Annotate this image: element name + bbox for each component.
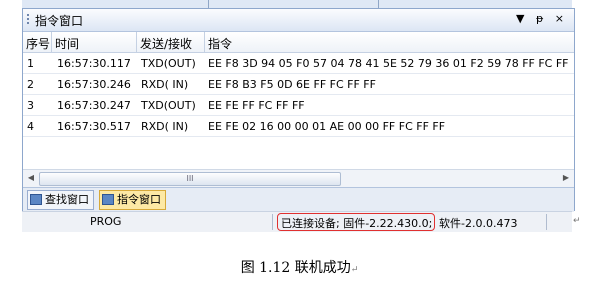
tab-label: 查找窗口	[45, 193, 89, 206]
table-row[interactable]: 4 16:57:30.517 RXD( IN) EE FE 02 16 00 0…	[23, 116, 574, 137]
row-time: 16:57:30.517	[57, 120, 131, 133]
column-divider[interactable]	[204, 32, 205, 52]
edge-divider	[378, 0, 379, 8]
panel-title: 指令窗口	[35, 14, 84, 28]
column-header-time[interactable]: 时间	[55, 35, 79, 52]
row-index: 1	[27, 57, 34, 70]
table-row[interactable]: 3 16:57:30.247 TXD(OUT) EE FE FF FC FF F…	[23, 95, 574, 116]
horizontal-scrollbar[interactable]: ◀ III ▶	[23, 169, 574, 187]
row-time: 16:57:30.117	[57, 57, 131, 70]
scroll-right-icon[interactable]: ▶	[559, 171, 573, 185]
column-header-index[interactable]: 序号	[26, 35, 50, 52]
row-index: 3	[27, 99, 34, 112]
row-direction: RXD( IN)	[141, 120, 189, 133]
row-index: 2	[27, 78, 34, 91]
status-connection: 已连接设备; 固件-2.22.430.0;	[281, 217, 433, 230]
row-time: 16:57:30.246	[57, 78, 131, 91]
dropdown-icon[interactable]: ▼	[516, 12, 528, 25]
status-divider	[546, 214, 547, 230]
command-window-panel: 指令窗口 ▼ ᵽ × 序号 时间 发送/接收 指令 1 16:57:30.117…	[22, 8, 575, 212]
return-mark-icon: ↵	[350, 265, 359, 275]
command-window-icon	[102, 194, 114, 205]
close-icon[interactable]: ×	[555, 12, 568, 25]
panel-titlebar[interactable]: 指令窗口 ▼ ᵽ ×	[23, 9, 574, 32]
column-header-command[interactable]: 指令	[208, 35, 232, 52]
return-mark-icon: ↵	[573, 216, 581, 226]
status-bar: PROG 已连接设备; 固件-2.22.430.0; 软件-2.0.0.473	[22, 211, 572, 232]
scroll-thumb[interactable]: III	[39, 172, 341, 186]
panel-tab-strip: 查找窗口 指令窗口	[23, 187, 574, 212]
scroll-left-icon[interactable]: ◀	[24, 171, 38, 185]
tab-label: 指令窗口	[117, 193, 161, 206]
edge-divider	[208, 0, 209, 8]
drag-grip-icon[interactable]	[27, 14, 29, 26]
command-log-table[interactable]: 序号 时间 发送/接收 指令 1 16:57:30.117 TXD(OUT) E…	[23, 32, 574, 167]
pin-icon[interactable]: ᵽ	[536, 12, 547, 25]
column-divider[interactable]	[51, 32, 52, 52]
row-command: EE FE FF FC FF FF	[208, 99, 305, 112]
tab-find-window[interactable]: 查找窗口	[27, 190, 94, 210]
row-time: 16:57:30.247	[57, 99, 131, 112]
table-header: 序号 时间 发送/接收 指令	[23, 32, 574, 53]
panel-controls: ▼ ᵽ ×	[516, 12, 568, 25]
find-window-icon	[30, 194, 42, 205]
caption-text: 图 1.12 联机成功	[240, 260, 351, 276]
row-command: EE F8 3D 94 05 F0 57 04 78 41 5E 52 79 3…	[208, 57, 569, 70]
row-direction: TXD(OUT)	[141, 99, 196, 112]
row-direction: RXD( IN)	[141, 78, 189, 91]
status-mode: PROG	[90, 215, 122, 228]
table-row[interactable]: 1 16:57:30.117 TXD(OUT) EE F8 3D 94 05 F…	[23, 53, 574, 74]
status-divider	[272, 214, 273, 230]
status-software-version: 软件-2.0.0.473	[439, 217, 518, 230]
column-divider[interactable]	[136, 32, 137, 52]
row-index: 4	[27, 120, 34, 133]
row-direction: TXD(OUT)	[141, 57, 196, 70]
tab-command-window[interactable]: 指令窗口	[99, 190, 166, 210]
row-command: EE FE 02 16 00 00 01 AE 00 00 FF FC FF F…	[208, 120, 446, 133]
column-header-direction[interactable]: 发送/接收	[140, 35, 192, 52]
row-command: EE F8 B3 F5 0D 6E FF FC FF FF	[208, 78, 376, 91]
figure-caption: 图 1.12 联机成功↵	[0, 257, 599, 277]
table-row[interactable]: 2 16:57:30.246 RXD( IN) EE F8 B3 F5 0D 6…	[23, 74, 574, 95]
